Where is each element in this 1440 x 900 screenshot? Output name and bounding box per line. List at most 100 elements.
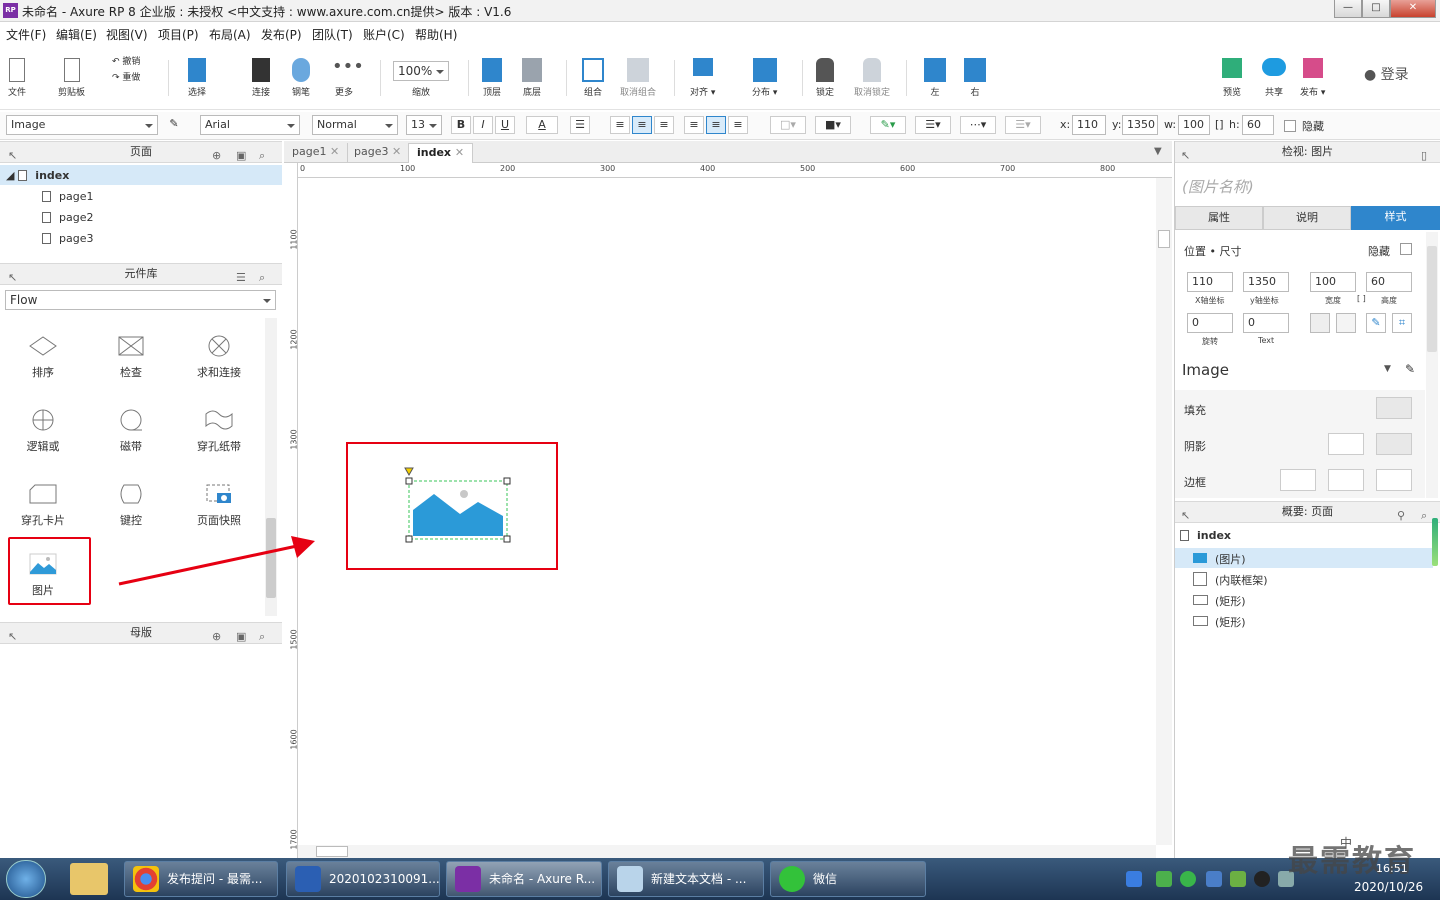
widget-check[interactable]: 检查	[96, 334, 166, 380]
minimize-button[interactable]: —	[1334, 0, 1362, 18]
tab-page3[interactable]: page3 ✕	[346, 143, 411, 163]
menu-account[interactable]: 账户(C)	[363, 26, 405, 43]
collapse-icon[interactable]: ↖	[1181, 506, 1190, 526]
collapse-icon[interactable]: ↖	[8, 627, 17, 647]
tray-app-icon[interactable]	[1156, 871, 1172, 887]
search-icon[interactable]: ⌕	[1421, 506, 1427, 526]
send-to-back-button[interactable]: 底层	[522, 58, 542, 98]
widget-name-input[interactable]: (图片名称)	[1182, 176, 1254, 197]
add-master-icon[interactable]: ⊕	[212, 627, 221, 647]
widget-style-select[interactable]: Image	[6, 115, 158, 135]
select-button[interactable]: 选择	[188, 58, 206, 98]
login-button[interactable]: ● 登录	[1364, 64, 1409, 84]
align-text-right-icon[interactable]: ≡	[654, 116, 674, 134]
height-input[interactable]: 60	[1366, 272, 1412, 292]
input-method-icon[interactable]	[1126, 871, 1142, 887]
outline-item-image[interactable]: (图片)	[1193, 551, 1246, 567]
widget-tape[interactable]: 磁带	[96, 408, 166, 454]
nvidia-icon[interactable]	[1230, 871, 1246, 887]
close-tab-icon[interactable]: ✕	[392, 145, 401, 158]
widget-punched-tape[interactable]: 穿孔纸带	[184, 408, 254, 454]
wechat-tray-icon[interactable]	[1180, 871, 1196, 887]
filter-icon[interactable]: ⚲	[1397, 506, 1405, 526]
right-button[interactable]: 右	[964, 58, 986, 98]
fit-icon[interactable]	[1310, 313, 1330, 333]
style-edit-icon[interactable]: ✎	[164, 116, 184, 134]
style-name[interactable]: Image	[1182, 361, 1229, 379]
search-icon[interactable]: ⌕	[259, 627, 265, 647]
fill-color-icon[interactable]: □▾	[770, 116, 806, 134]
lock-ratio-icon[interactable]: []	[1215, 118, 1224, 131]
distribute-button[interactable]: 分布 ▾	[752, 58, 777, 98]
add-folder-icon[interactable]: ▣	[236, 627, 246, 647]
close-tab-icon[interactable]: ✕	[330, 145, 339, 158]
tab-notes[interactable]: 说明	[1263, 206, 1351, 230]
align-button[interactable]: 对齐 ▾	[690, 58, 715, 98]
text-rotation-input[interactable]: 0	[1243, 313, 1289, 333]
border-pattern-picker[interactable]	[1376, 469, 1412, 491]
widget-sort[interactable]: 排序	[8, 334, 78, 380]
widget-snapshot[interactable]: 页面快照	[184, 482, 254, 528]
menu-layout[interactable]: 布局(A)	[209, 26, 251, 43]
lock-ratio-icon[interactable]: [ ]	[1357, 294, 1366, 303]
menu-project[interactable]: 项目(P)	[158, 26, 199, 43]
valign-bottom-icon[interactable]: ≡	[728, 116, 748, 134]
inspector-scrollbar[interactable]	[1426, 232, 1438, 498]
canvas-hscrollbar[interactable]	[298, 845, 1156, 858]
border-width-picker[interactable]	[1280, 469, 1316, 491]
widget-keying[interactable]: 键控	[96, 482, 166, 528]
scroll-thumb[interactable]	[316, 846, 348, 857]
security-icon[interactable]	[1206, 871, 1222, 887]
italic-button[interactable]: I	[473, 116, 493, 134]
taskbar-item-wechat[interactable]: 微信	[770, 861, 926, 897]
close-tab-icon[interactable]: ✕	[455, 146, 464, 159]
taskbar-item-axure[interactable]: 未命名 - Axure R...	[446, 861, 602, 897]
unlock-button[interactable]: 取消锁定	[854, 58, 890, 98]
add-folder-icon[interactable]: ▣	[236, 146, 246, 166]
w-input[interactable]: 100	[1178, 115, 1210, 135]
left-button[interactable]: 左	[924, 58, 946, 98]
clipboard-button[interactable]: 剪贴板	[58, 58, 85, 98]
tab-properties[interactable]: 属性	[1175, 206, 1263, 230]
redo-button[interactable]: ↷ 重做	[112, 70, 140, 83]
border-color-picker[interactable]	[1328, 469, 1364, 491]
widget-or[interactable]: 逻辑或	[8, 408, 78, 454]
fill-color-picker[interactable]	[1376, 397, 1412, 419]
font-family-select[interactable]: Arial	[200, 115, 300, 135]
collapse-icon[interactable]: ↖	[8, 146, 17, 166]
tab-index[interactable]: index ✕	[408, 143, 474, 163]
add-page-icon[interactable]: ⊕	[212, 146, 221, 166]
crop-tool-icon[interactable]: ⌗	[1392, 313, 1412, 333]
menu-view[interactable]: 视图(V)	[106, 26, 148, 43]
outline-item-rectangle[interactable]: (矩形)	[1193, 614, 1246, 630]
text-color-button[interactable]: A	[526, 116, 558, 134]
bullet-list-icon[interactable]: ☰	[570, 116, 590, 134]
taskbar-item-chrome[interactable]: 发布提问 - 最需...	[124, 861, 278, 897]
line-pattern-icon[interactable]: ⋯▾	[960, 116, 996, 134]
style-edit-icon[interactable]: ✎	[1405, 362, 1415, 376]
menu-help[interactable]: 帮助(H)	[415, 26, 457, 43]
tab-style[interactable]: 样式	[1351, 206, 1440, 230]
font-size-select[interactable]: 13	[406, 115, 442, 135]
taskbar-item-notepad[interactable]: 新建文本文档 - ...	[608, 861, 764, 897]
ungroup-button[interactable]: 取消组合	[620, 58, 656, 98]
h-input[interactable]: 60	[1242, 115, 1274, 135]
page-item-index[interactable]: ◢ index	[6, 169, 69, 182]
publish-button[interactable]: 发布 ▾	[1300, 58, 1325, 98]
edit-icon[interactable]: ✎	[1366, 313, 1386, 333]
outline-root[interactable]: index	[1180, 529, 1231, 542]
valign-middle-icon[interactable]: ≡	[706, 116, 726, 134]
page-item-page1[interactable]: page1	[42, 190, 93, 203]
share-button[interactable]: 共享	[1262, 58, 1286, 98]
outline-item-inline-frame[interactable]: (内联框架)	[1193, 572, 1268, 588]
widget-summing-junction[interactable]: 求和连接	[184, 334, 254, 380]
connect-button[interactable]: 连接	[252, 58, 270, 98]
scroll-thumb[interactable]	[1427, 246, 1437, 352]
collapse-icon[interactable]: ↖	[1181, 146, 1190, 166]
search-icon[interactable]: ⌕	[259, 268, 265, 288]
inner-shadow-picker[interactable]	[1376, 433, 1412, 455]
outline-item-rectangle[interactable]: (矩形)	[1193, 593, 1246, 609]
shadow-icon[interactable]: ■▾	[815, 116, 851, 134]
image-placeholder-widget[interactable]	[404, 466, 514, 546]
align-text-center-icon[interactable]: ≡	[632, 116, 652, 134]
